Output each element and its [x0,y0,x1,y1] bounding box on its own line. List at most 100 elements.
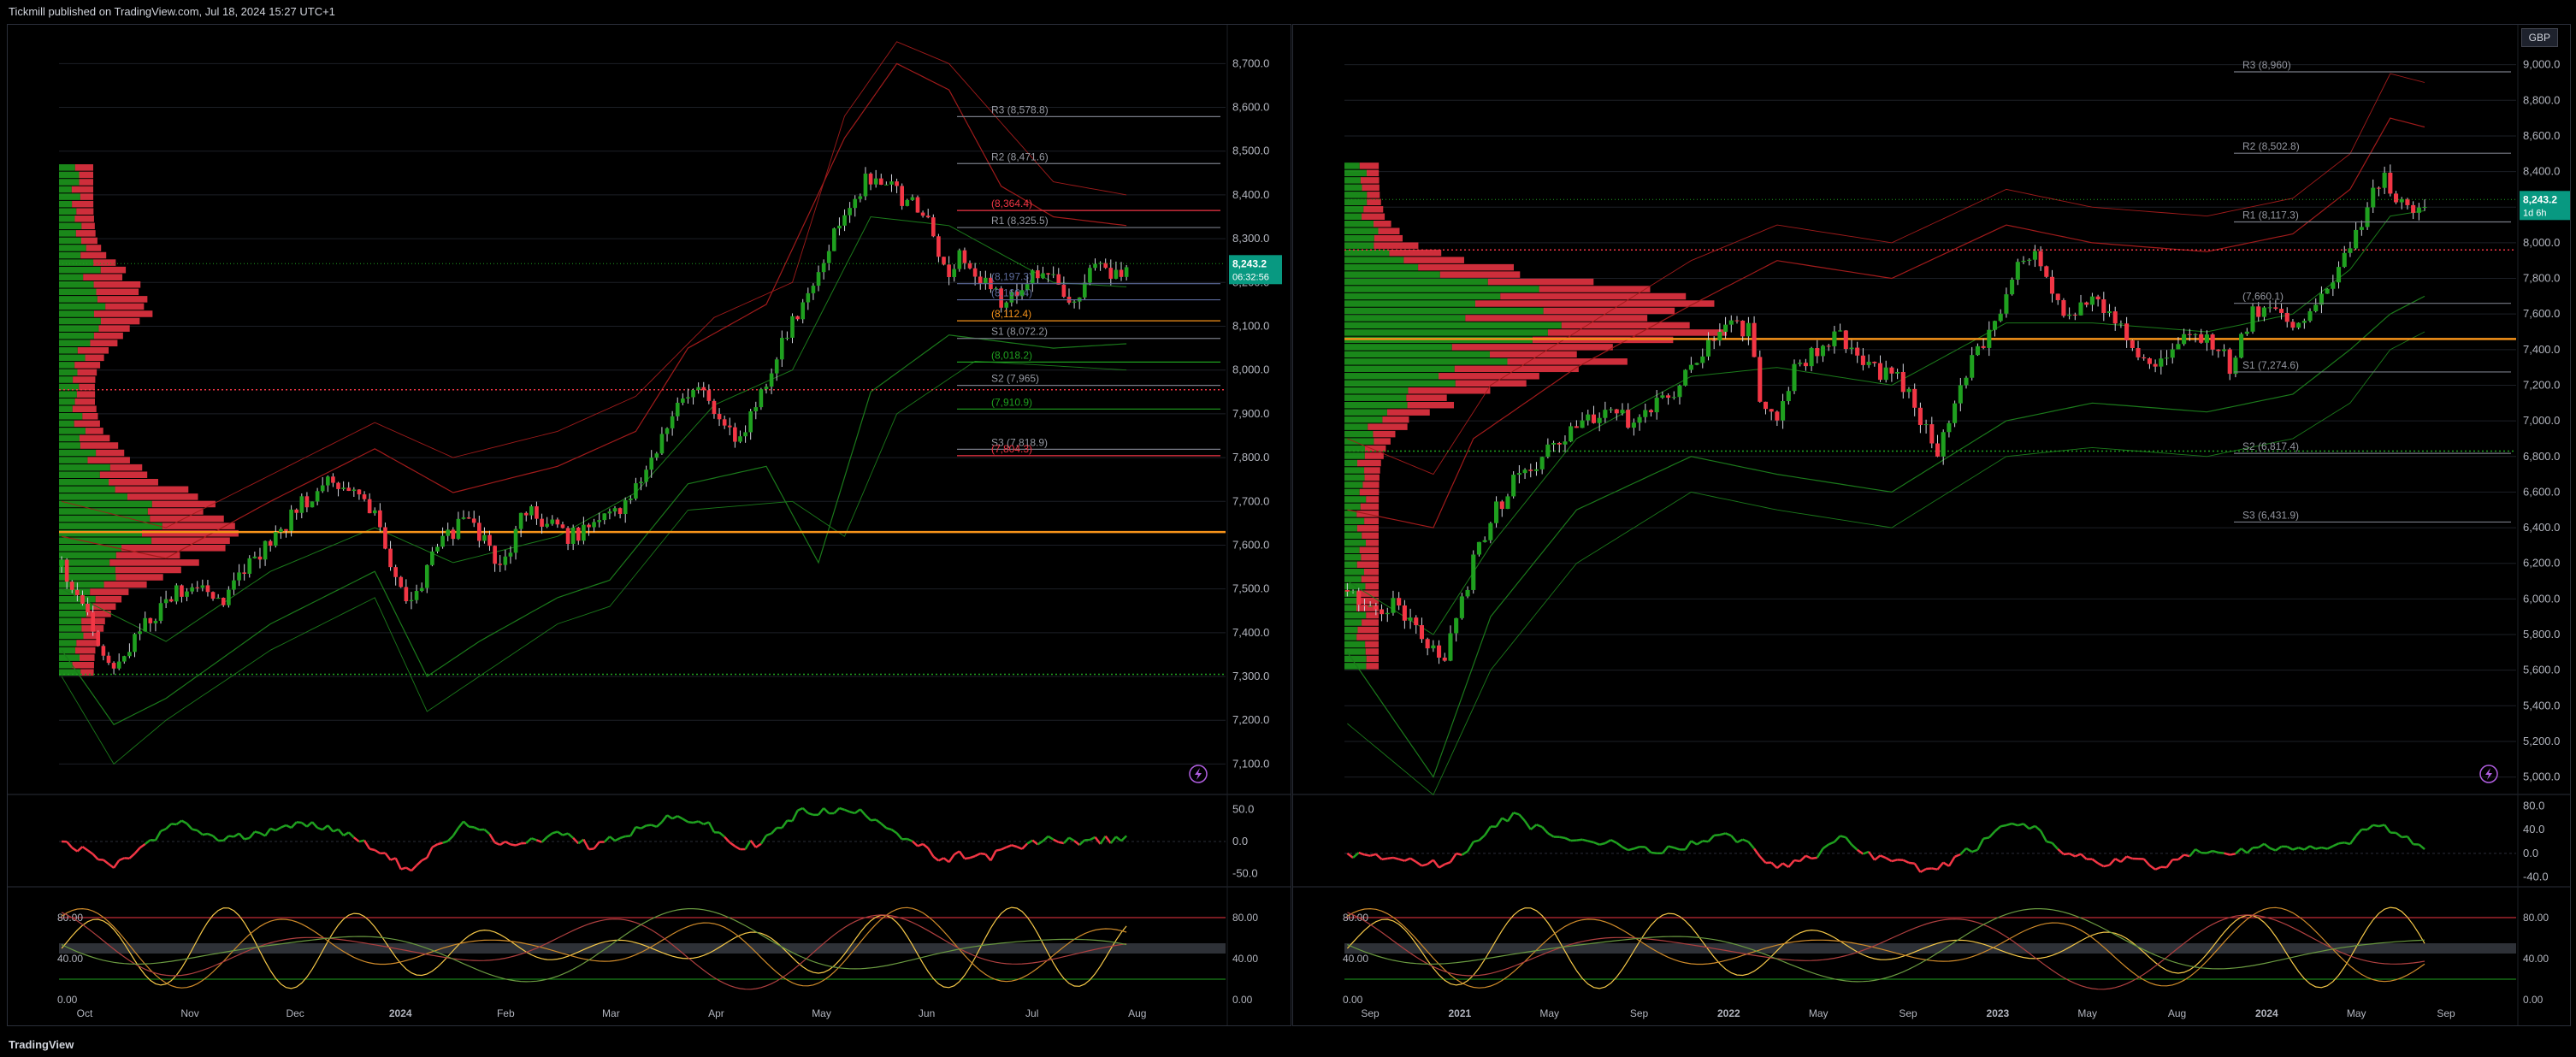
rsi-segment [1104,835,1112,844]
rsi-segment [342,831,350,837]
volume-profile-down [109,464,143,471]
y-tick-label: 8,600.0 [2523,129,2560,142]
volume-profile-up [1344,387,1409,394]
volume-profile-up [59,552,116,559]
rsi-segment [2195,847,2202,854]
y-tick-label: 8,000.0 [2523,236,2560,249]
volume-profile-up [1344,474,1365,481]
candle-body [2233,357,2238,375]
rsi-segment [1398,858,1405,862]
volume-profile-up [59,449,97,457]
candle-body [210,592,216,599]
pivot-label: (8,364.4) [991,198,1032,210]
chart-panel-left[interactable]: 8,700.08,600.08,500.08,400.08,300.08,200… [7,24,1291,1026]
rsi-segment [2258,842,2266,849]
candle-body [1545,444,1551,458]
rsi-segment [421,856,428,862]
candle-body [1356,591,1362,605]
candle-body [2118,323,2124,325]
volume-profile-up [1344,554,1362,561]
currency-badge[interactable]: GBP [2520,28,2558,47]
candle-body [597,520,602,523]
candle-body [853,198,858,209]
volume-profile-down [1360,503,1380,511]
rsi-segment [865,814,871,822]
candle-body [1688,364,1693,370]
y-tick-label: 5,200.0 [2523,735,2560,747]
chart-svg-left[interactable]: 8,700.08,600.08,500.08,400.08,300.08,200… [8,25,1291,1025]
candle-body [357,489,362,495]
volume-profile-down [1455,380,1527,387]
candle-body [2388,172,2393,194]
candle-body [185,591,189,597]
pivot-label: (7,804.3) [991,443,1032,455]
candle-body [759,389,764,408]
rsi-segment [2148,864,2156,871]
rsi-segment [1725,832,1732,837]
candle-body [1563,441,1568,445]
volume-profile-up [1344,300,1475,307]
volume-profile-down [109,559,199,566]
rsi-segment [390,857,397,861]
rsi-segment [890,829,898,835]
candle-body [1728,320,1734,325]
rsi-segment [791,810,799,822]
volume-profile-up [1344,648,1366,655]
candle-body [587,524,591,528]
rsi-segment [562,832,569,836]
volume-profile-down [1362,532,1380,540]
rsi-segment [1495,817,1504,828]
chart-svg-right[interactable]: 9,000.08,800.08,600.08,400.08,200.08,000… [1293,25,2573,1025]
rsi-segment [353,836,360,843]
rsi-segment [1444,860,1451,865]
volume-profile-down [115,486,189,493]
volume-profile-down [72,661,94,669]
band-line-upper [61,62,1127,559]
volume-profile-down [74,215,94,222]
candle-body [2027,259,2032,261]
rsi-segment [2212,849,2219,854]
candle-body [1004,302,1009,308]
candle-body [878,178,883,186]
pivot-label: S1 (7,274.6) [2242,359,2299,371]
candle-body [1350,591,1356,593]
rsi-segment [1364,853,1371,857]
candle-body [2136,348,2141,357]
rsi-segment [322,824,329,831]
candle-body [2021,260,2026,263]
candle-body [1705,340,1711,357]
candle-body [367,499,372,514]
volume-profile-down [1362,481,1380,488]
y-tick-label: 6,400.0 [2523,521,2560,534]
candle-body [237,572,241,581]
rsi-segment [2074,853,2082,858]
volume-profile-up [59,317,101,325]
candle-body [550,519,555,524]
y-tick-label: 7,700.0 [1232,494,1269,507]
rsi-segment [640,824,647,830]
candle-body [1981,345,1986,348]
rsi-segment [1501,817,1509,823]
volume-profile-up [59,280,94,288]
candle-body [1380,609,1385,615]
rsi-segment [311,821,319,829]
candle-body [670,416,675,428]
candle-body [1900,372,1905,393]
rsi-segment [755,842,762,848]
volume-profile-down [1561,322,1690,329]
candle-body [1626,410,1631,428]
rsi-segment [103,859,109,865]
candle-body [2273,307,2278,310]
pivot-label: (7,910.9) [991,396,1032,408]
publisher-text: Tickmill published on TradingView.com, J… [9,5,335,18]
chart-panel-right[interactable]: 9,000.08,800.08,600.08,400.08,200.08,000… [1292,24,2573,1026]
rsi-segment [886,827,892,831]
rsi-segment [248,830,256,839]
rsi-segment [693,820,699,824]
candle-body [346,487,352,492]
rsi-segment [1684,840,1693,851]
candle-body [1923,424,1929,426]
candle-body [2061,299,2066,316]
rsi-segment [1976,838,1985,851]
rsi-segment [1506,812,1515,823]
